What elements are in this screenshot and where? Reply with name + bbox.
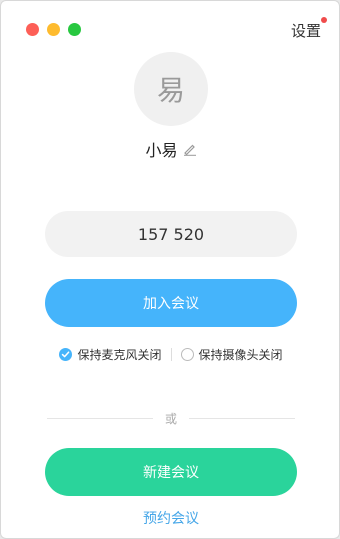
mic-off-checkbox[interactable] xyxy=(59,348,73,361)
minimize-window-button[interactable] xyxy=(47,23,60,36)
mic-off-option[interactable]: 保持麦克风关闭 xyxy=(59,346,162,363)
schedule-meeting-link[interactable]: 预约会议 xyxy=(1,508,340,528)
settings-label: 设置 xyxy=(290,22,321,40)
meeting-id-input[interactable] xyxy=(45,211,297,257)
settings-button[interactable]: 设置 xyxy=(290,17,327,41)
option-separator xyxy=(170,348,172,361)
divider-line-left xyxy=(47,418,153,419)
camera-off-checkbox[interactable] xyxy=(180,348,194,361)
maximize-window-button[interactable] xyxy=(68,23,81,36)
join-meeting-button[interactable]: 加入会议 xyxy=(45,279,297,327)
or-text: 或 xyxy=(165,412,178,426)
close-window-button[interactable] xyxy=(26,23,39,36)
notification-dot xyxy=(321,17,327,23)
camera-off-option[interactable]: 保持摄像头关闭 xyxy=(180,346,283,363)
window-controls xyxy=(26,23,81,36)
new-meeting-button[interactable]: 新建会议 xyxy=(45,448,297,496)
edit-name-icon[interactable] xyxy=(183,142,197,156)
checkmark-icon xyxy=(62,351,70,358)
user-name: 小易 xyxy=(145,141,178,160)
avatar[interactable]: 易 xyxy=(134,52,208,126)
camera-off-label: 保持摄像头关闭 xyxy=(198,348,283,362)
media-options: 保持麦克风关闭 保持摄像头关闭 xyxy=(1,346,340,363)
mic-off-label: 保持麦克风关闭 xyxy=(77,348,162,362)
name-row: 小易 xyxy=(1,137,340,161)
app-window: 设置 易 小易 加入会议 保持麦克风关闭 保持摄像头关闭 或 xyxy=(0,0,340,539)
or-divider: 或 xyxy=(47,410,296,427)
divider-line-right xyxy=(189,418,296,419)
